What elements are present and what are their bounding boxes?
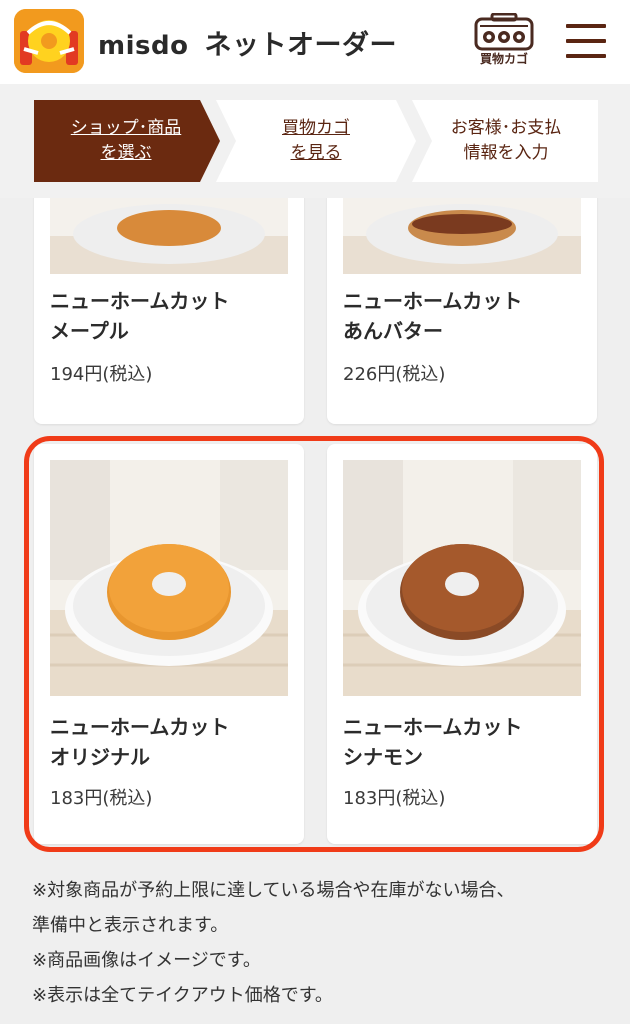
order-steps: ショップ･商品 を選ぶ 買物カゴを見る お客様･お支払 情報を入力 — [0, 84, 630, 198]
product-card[interactable]: ニューホームカット あんバター 226円(税込) — [327, 198, 597, 424]
cart-button[interactable]: 買物カゴ — [472, 12, 536, 69]
product-grid: ニューホームカット メープル 194円(税込) ニューホームカット あんバター … — [0, 198, 630, 858]
product-card[interactable]: ニューホームカット メープル 194円(税込) — [34, 198, 304, 424]
step-view-cart[interactable]: 買物カゴ を見る — [218, 100, 414, 182]
product-image — [50, 460, 288, 696]
product-price: 183円(税込) — [50, 788, 153, 809]
cart-icon — [474, 12, 534, 51]
step-label: を見る — [290, 143, 342, 163]
product-name-line: シナモン — [343, 745, 423, 769]
step-label: ショップ･商品 — [70, 118, 182, 138]
cart-label: 買物カゴ — [479, 52, 528, 66]
step-label: 買物カゴ — [282, 118, 350, 138]
menu-icon-line — [566, 24, 606, 28]
menu-icon-line — [566, 54, 606, 58]
step-label: 情報を入力 — [463, 143, 549, 163]
note-line: ※表示は全てテイクアウト価格です。 — [32, 985, 333, 1006]
product-image — [343, 198, 581, 274]
brand-name: misdo — [98, 31, 189, 61]
note-line: ※対象商品が予約上限に達している場合や在庫がない場合、 — [32, 880, 515, 901]
product-name-line: ニューホームカット — [50, 289, 230, 313]
note-line: ※商品画像はイメージです。 — [32, 950, 261, 971]
product-price: 194円(税込) — [50, 364, 153, 385]
product-image — [50, 198, 288, 274]
step-label: を選ぶ — [100, 143, 152, 163]
product-name: ニューホームカット メープル — [50, 286, 300, 346]
product-name-line: ニューホームカット — [343, 289, 523, 313]
product-image — [343, 460, 581, 696]
note-line: 準備中と表示されます。 — [32, 915, 229, 936]
product-card[interactable]: ニューホームカット シナモン 183円(税込) — [327, 444, 597, 844]
product-name-line: ニューホームカット — [50, 715, 230, 739]
product-name-line: オリジナル — [50, 745, 150, 769]
app-header: misdo ネットオーダー 買物カゴ — [0, 0, 630, 84]
step-customer-info: お客様･お支払 情報を入力 — [414, 100, 598, 182]
step-label: お客様･お支払 — [450, 118, 562, 138]
product-price: 183円(税込) — [343, 788, 446, 809]
menu-icon-line — [566, 39, 606, 43]
notes: ※対象商品が予約上限に達している場合や在庫がない場合、 準備中と表示されます。 … — [32, 873, 622, 1013]
product-name-line: ニューホームカット — [343, 715, 523, 739]
misdo-logo[interactable] — [14, 9, 84, 73]
hamburger-menu-button[interactable] — [566, 24, 606, 58]
brand-title: misdo ネットオーダー — [98, 23, 397, 63]
step-select-shop[interactable]: ショップ･商品 を選ぶ — [34, 100, 218, 182]
product-name-line: メープル — [50, 319, 129, 343]
brand-subtitle: ネットオーダー — [204, 30, 397, 61]
product-card[interactable]: ニューホームカット オリジナル 183円(税込) — [34, 444, 304, 844]
product-name: ニューホームカット あんバター — [343, 286, 593, 346]
product-price: 226円(税込) — [343, 364, 446, 385]
product-name-line: あんバター — [343, 319, 443, 343]
product-name: ニューホームカット シナモン — [343, 712, 593, 772]
product-name: ニューホームカット オリジナル — [50, 712, 300, 772]
